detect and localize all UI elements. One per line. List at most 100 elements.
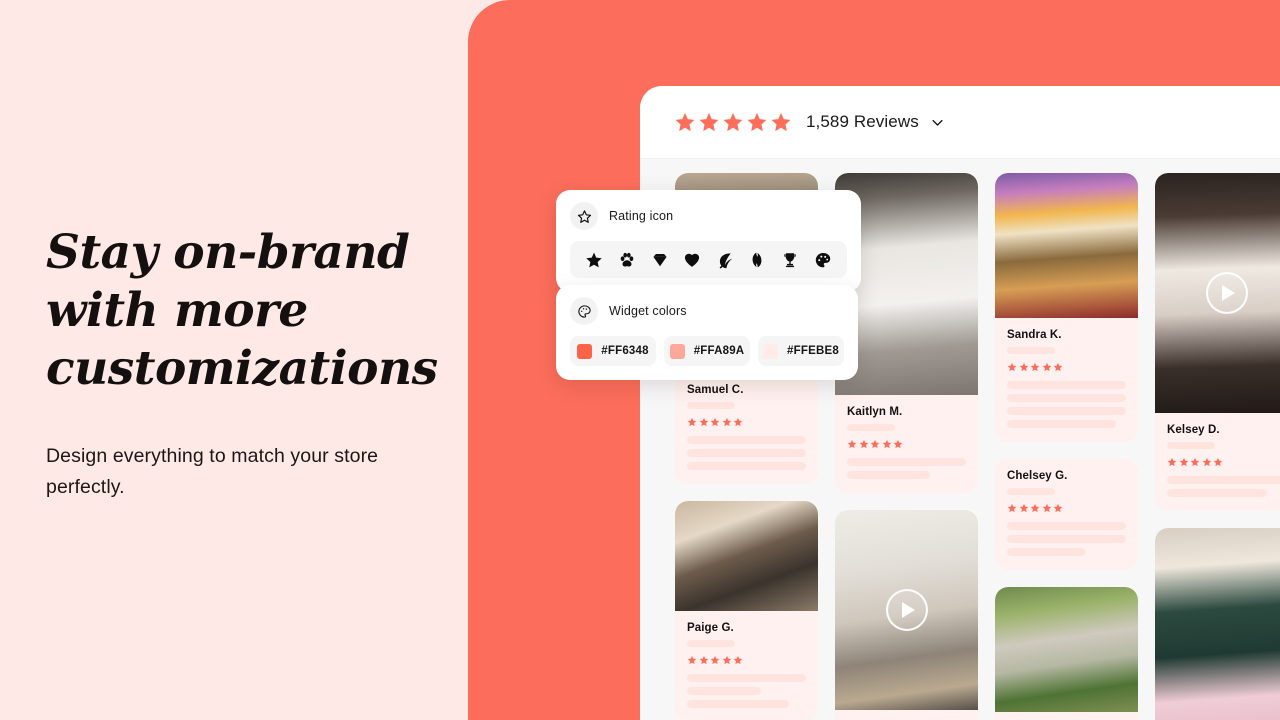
review-media[interactable] [675, 501, 818, 611]
reviewer-name: Paige G. [687, 622, 734, 634]
review-text-line [1167, 476, 1280, 484]
star-icon [699, 655, 709, 665]
star-icon [893, 439, 903, 449]
review-column: Sandra K. Chelsey G. Sandra K. [995, 173, 1138, 720]
colors-panel-header: Widget colors [570, 297, 844, 325]
colors-panel-title: Widget colors [609, 304, 687, 318]
review-text-line [687, 700, 790, 708]
color-hex-label: #FF6348 [601, 345, 649, 357]
review-text-line [1007, 522, 1126, 530]
reviewer-name: Samuel C. [687, 384, 744, 396]
review-card[interactable]: Kelsey D. [1155, 173, 1280, 511]
review-media[interactable] [995, 173, 1138, 318]
review-card[interactable]: Kaitlyn M. [835, 510, 978, 720]
review-text-line [687, 436, 806, 444]
star-icon [1202, 457, 1212, 467]
review-text-placeholder [687, 436, 806, 470]
palette-icon [570, 297, 598, 325]
review-text-placeholder [1007, 381, 1126, 428]
rating-icon-panel: Rating icon [556, 190, 861, 292]
review-widget: 1,589 Reviews Samuel C. Paige G. Kaitlyn M… [640, 86, 1280, 720]
review-card-body: Samuel C. [675, 373, 818, 484]
paw-icon[interactable] [618, 251, 636, 269]
hero-copy: Stay on-brand with more customizations D… [46, 224, 446, 503]
star-icon [722, 417, 732, 427]
review-card[interactable] [1155, 528, 1280, 720]
trophy-icon[interactable] [781, 251, 799, 269]
header-star-rating [674, 111, 792, 133]
reviewer-name: Sandra K. [1007, 329, 1062, 341]
play-button-icon[interactable] [885, 589, 928, 631]
review-text-line [1007, 394, 1126, 402]
review-star-rating [687, 655, 806, 665]
star-icon [733, 417, 743, 427]
star-icon [710, 655, 720, 665]
review-text-line [687, 674, 806, 682]
star-icon [1213, 457, 1223, 467]
hero-subcopy: Design everything to match your store pe… [46, 445, 379, 498]
review-text-line [1007, 535, 1126, 543]
star-icon [698, 111, 720, 133]
diamond-icon[interactable] [651, 251, 669, 269]
palette-icon[interactable] [814, 251, 832, 269]
star-icon [859, 439, 869, 449]
reviewer-name: Kaitlyn M. [847, 406, 903, 418]
star-icon[interactable] [585, 251, 603, 269]
rating-panel-title: Rating icon [609, 209, 674, 223]
review-card-body: Kelsey D. [1155, 413, 1280, 511]
color-chip [577, 343, 593, 359]
review-card[interactable]: Sandra K. [995, 587, 1138, 720]
reviewer-meta-placeholder [687, 402, 735, 409]
review-star-rating [1007, 503, 1126, 513]
star-icon [1019, 503, 1029, 513]
color-swatch[interactable]: #FFA89A [664, 336, 750, 366]
review-card[interactable]: Paige G. [675, 501, 818, 720]
color-chip [763, 343, 779, 359]
review-media[interactable] [835, 510, 978, 710]
review-star-rating [1007, 362, 1126, 372]
rating-icon-choices [570, 241, 847, 278]
review-text-line [1007, 548, 1086, 556]
star-icon [687, 417, 697, 427]
review-card[interactable]: Sandra K. [995, 173, 1138, 442]
color-swatch-list: #FF6348 #FFA89A #FFEBE8 [570, 336, 844, 366]
star-icon [722, 111, 744, 133]
star-icon [882, 439, 892, 449]
screenshot-root: Stay on-brand with more customizations D… [0, 0, 1280, 720]
star-outline-icon [570, 202, 598, 230]
review-card[interactable]: Chelsey G. [995, 459, 1138, 570]
color-swatch[interactable]: #FFEBE8 [758, 336, 844, 366]
rating-panel-header: Rating icon [570, 202, 847, 230]
star-icon [770, 111, 792, 133]
coffee-bean-icon[interactable] [748, 251, 766, 269]
play-button-icon[interactable] [1205, 272, 1248, 314]
review-text-placeholder [1167, 476, 1280, 497]
review-media[interactable] [1155, 173, 1280, 413]
heart-icon[interactable] [683, 251, 701, 269]
review-media[interactable] [995, 587, 1138, 712]
star-icon [1190, 457, 1200, 467]
review-card-body: Kaitlyn M. [835, 395, 978, 493]
star-icon [1019, 362, 1029, 372]
review-media[interactable] [1155, 528, 1280, 720]
review-count-label: 1,589 Reviews [806, 112, 919, 131]
review-card-body: Paige G. [675, 611, 818, 720]
star-icon [1042, 362, 1052, 372]
review-text-line [687, 449, 806, 457]
star-icon [699, 417, 709, 427]
review-text-placeholder [687, 674, 806, 708]
star-icon [1007, 362, 1017, 372]
color-swatch[interactable]: #FF6348 [570, 336, 656, 366]
leaf-icon[interactable] [716, 251, 734, 269]
star-icon [847, 439, 857, 449]
widget-colors-panel: Widget colors #FF6348 #FFA89A #FFEBE8 [556, 285, 858, 380]
reviewer-meta-placeholder [1007, 347, 1055, 354]
star-icon [687, 655, 697, 665]
chevron-down-icon[interactable] [930, 115, 945, 130]
review-card-body: Kaitlyn M. [835, 710, 978, 720]
review-star-rating [847, 439, 966, 449]
review-column: Kelsey D. [1155, 173, 1280, 720]
reviewer-name: Chelsey G. [1007, 470, 1068, 482]
color-chip [669, 343, 685, 359]
reviewer-meta-placeholder [687, 640, 735, 647]
